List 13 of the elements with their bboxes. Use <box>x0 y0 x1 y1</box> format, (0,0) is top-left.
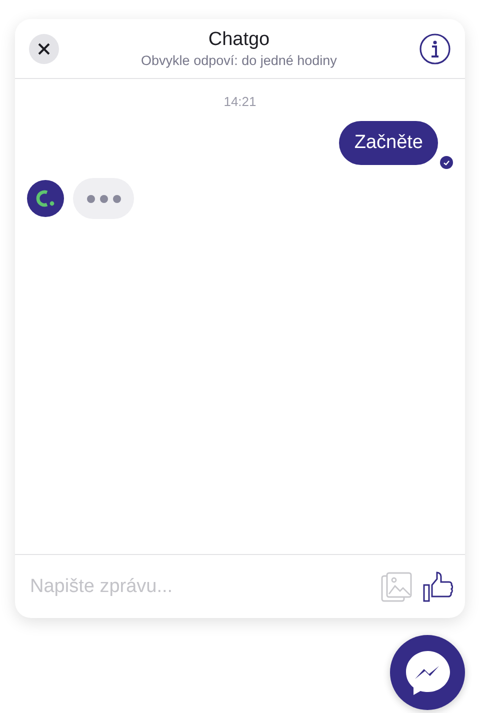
response-time-text: Obvykle odpoví: do jedné hodiny <box>141 53 337 68</box>
thumbs-up-icon[interactable] <box>423 571 453 602</box>
timestamp: 14:21 <box>224 94 256 109</box>
message-input[interactable]: Napište zprávu... <box>30 576 371 598</box>
typing-indicator <box>73 178 134 219</box>
avatar-icon <box>27 180 64 217</box>
info-icon <box>419 32 451 64</box>
info-button[interactable] <box>419 32 451 64</box>
close-icon <box>37 42 51 56</box>
chat-title: Chatgo <box>208 29 270 51</box>
close-button[interactable] <box>29 34 59 64</box>
messenger-button[interactable] <box>390 635 465 710</box>
message-bubble: Začněte <box>339 121 438 165</box>
